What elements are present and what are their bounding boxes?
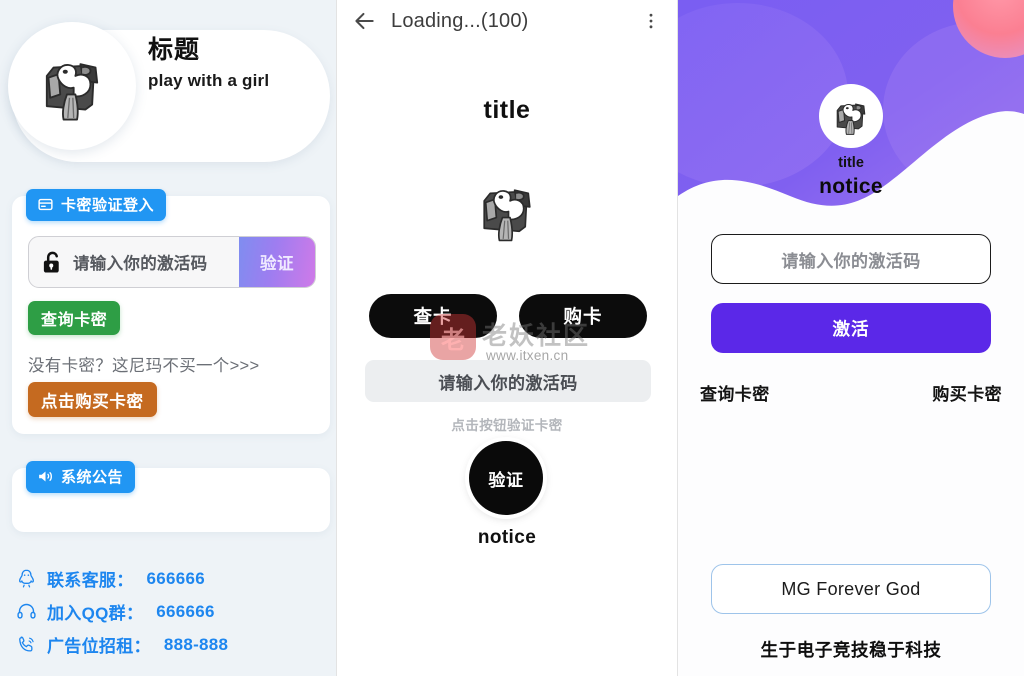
- query-card-button[interactable]: 查询卡密: [28, 301, 121, 335]
- contact-value: 666666: [146, 568, 206, 588]
- phone-icon: [16, 634, 37, 655]
- left-panel: 标题 play with a girl 卡密验证登入 请输入你的激活码 验证 查…: [0, 0, 336, 676]
- verify-button[interactable]: 验证: [239, 237, 315, 287]
- bear-illustration-avatar-icon: [828, 93, 874, 139]
- left-hero-title: 标题: [148, 36, 201, 64]
- announcement-badge-label: 系统公告: [61, 469, 124, 486]
- right-hero-title: title: [838, 155, 864, 171]
- right-footer-box[interactable]: MG Forever God: [711, 564, 991, 614]
- three-panel-screenshot: 标题 play with a girl 卡密验证登入 请输入你的激活码 验证 查…: [0, 0, 1024, 676]
- purchase-card-button[interactable]: 购卡: [519, 294, 647, 338]
- contact-row-qq-group[interactable]: 加入QQ群： 666666: [16, 595, 316, 628]
- qq-penguin-icon: [16, 568, 37, 589]
- middle-sub-hint: 点击按钮验证卡密: [451, 418, 563, 433]
- check-card-button[interactable]: 查卡: [369, 294, 497, 338]
- right-slogan: 生于电子竞技稳于科技: [760, 640, 942, 660]
- contact-label: 联系客服：: [47, 571, 134, 590]
- right-link-buy-card[interactable]: 购买卡密: [932, 380, 1002, 405]
- contact-row-service[interactable]: 联系客服： 666666: [16, 562, 316, 595]
- contact-label: 广告位招租：: [47, 637, 151, 656]
- activation-code-row[interactable]: 请输入你的激活码 验证: [28, 236, 316, 288]
- middle-appbar: Loading...(100): [337, 0, 677, 42]
- bear-illustration-avatar-icon: [30, 44, 114, 128]
- contact-row-ad-slot[interactable]: 广告位招租： 888-888: [16, 628, 316, 661]
- arrow-left-icon[interactable]: [351, 8, 377, 34]
- activate-button[interactable]: 激活: [711, 303, 991, 353]
- login-badge-label: 卡密验证登入: [61, 197, 155, 214]
- more-vertical-icon[interactable]: [641, 8, 661, 34]
- activation-code-input[interactable]: 请输入你的激活码: [29, 237, 239, 287]
- middle-activation-input[interactable]: 请输入你的激活码: [365, 360, 651, 402]
- right-hero-notice: notice: [819, 175, 883, 198]
- activation-code-placeholder: 请输入你的激活码: [73, 255, 208, 273]
- login-card-badge: 卡密验证登入: [26, 189, 167, 221]
- middle-panel: Loading...(100) title 查卡 购卡 请输入你的激活码 点击按…: [336, 0, 678, 676]
- right-activation-input[interactable]: 请输入你的激活码: [711, 234, 991, 284]
- avatar: [8, 22, 136, 150]
- middle-title: title: [483, 96, 531, 124]
- bear-illustration-avatar-icon: [469, 172, 545, 248]
- id-card-icon: [37, 196, 54, 213]
- buy-card-button[interactable]: 点击购买卡密: [28, 382, 157, 417]
- no-card-hint: 没有卡密？这尼玛不买一个>>>: [28, 357, 260, 375]
- right-link-query-card[interactable]: 查询卡密: [700, 380, 770, 405]
- speaker-icon: [37, 468, 54, 485]
- headset-icon: [16, 601, 37, 622]
- contact-list: 联系客服： 666666 加入QQ群： 666666 广告位招租： 888-88…: [16, 562, 316, 661]
- contact-value: 888-888: [163, 634, 229, 654]
- middle-avatar: [337, 172, 677, 248]
- middle-appbar-title: Loading...(100): [391, 9, 529, 32]
- contact-value: 666666: [156, 601, 215, 621]
- contact-label: 加入QQ群：: [47, 604, 144, 623]
- right-avatar: [819, 84, 883, 148]
- unlock-icon: [41, 250, 64, 275]
- announcement-badge: 系统公告: [26, 461, 136, 493]
- right-panel: title notice 请输入你的激活码 激活 查询卡密 购买卡密 MG Fo…: [678, 0, 1024, 676]
- left-hero-subtitle: play with a girl: [148, 70, 270, 90]
- left-hero-text: 标题 play with a girl: [148, 36, 320, 91]
- middle-notice: notice: [477, 527, 537, 548]
- middle-verify-circle-button[interactable]: 验证: [469, 441, 543, 515]
